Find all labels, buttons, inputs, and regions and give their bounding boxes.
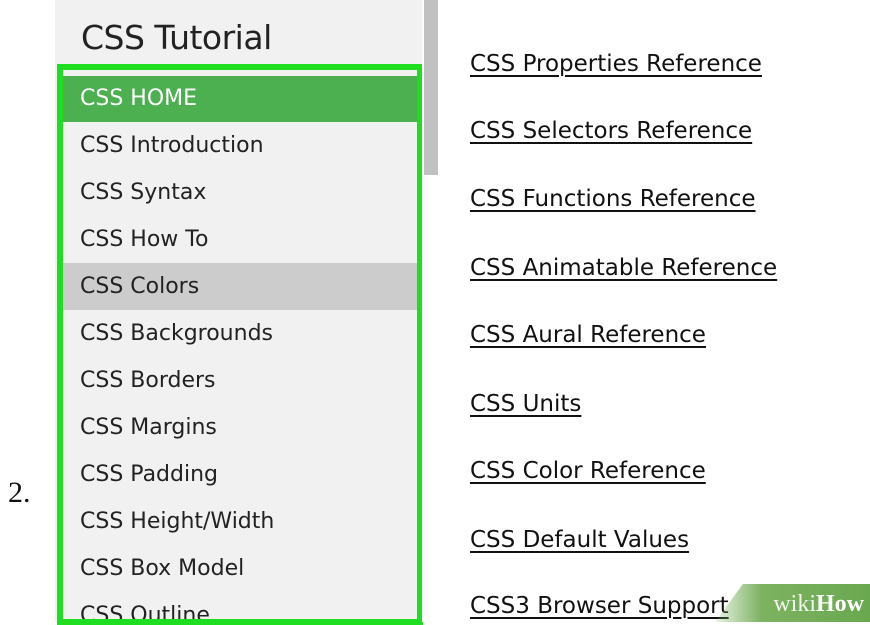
- sidebar-item-css-introduction[interactable]: CSS Introduction: [63, 122, 417, 169]
- link-css-functions-reference[interactable]: CSS Functions Reference: [470, 186, 756, 212]
- step-number: 2.: [8, 476, 31, 509]
- link-css3-browser-support[interactable]: CSS3 Browser Support: [470, 593, 729, 619]
- sidebar-item-css-margins[interactable]: CSS Margins: [63, 404, 417, 451]
- sidebar-item-css-padding[interactable]: CSS Padding: [63, 451, 417, 498]
- sidebar-item-css-box-model[interactable]: CSS Box Model: [63, 545, 417, 592]
- watermark-wiki: wiki: [773, 591, 816, 617]
- link-css-color-reference[interactable]: CSS Color Reference: [470, 458, 706, 484]
- sidebar-item-css-outline[interactable]: CSS Outline: [63, 592, 417, 619]
- sidebar-item-css-borders[interactable]: CSS Borders: [63, 357, 417, 404]
- link-css-properties-reference[interactable]: CSS Properties Reference: [470, 51, 762, 77]
- link-css-units[interactable]: CSS Units: [470, 391, 581, 417]
- link-css-default-values[interactable]: CSS Default Values: [470, 527, 689, 553]
- link-css-selectors-reference[interactable]: CSS Selectors Reference: [470, 118, 752, 144]
- sidebar-item-css-syntax[interactable]: CSS Syntax: [63, 169, 417, 216]
- sidebar-item-css-colors[interactable]: CSS Colors: [63, 263, 417, 310]
- sidebar-item-css-backgrounds[interactable]: CSS Backgrounds: [63, 310, 417, 357]
- scrollbar-thumb[interactable]: [424, 0, 438, 175]
- sidebar-nav-list: CSS HOME CSS Introduction CSS Syntax CSS…: [63, 76, 417, 619]
- wikihow-logo: wikiHow: [773, 591, 864, 618]
- watermark-how: How: [816, 591, 864, 617]
- sidebar-item-css-height-width[interactable]: CSS Height/Width: [63, 498, 417, 545]
- link-css-aural-reference[interactable]: CSS Aural Reference: [470, 322, 706, 348]
- link-css-animatable-reference[interactable]: CSS Animatable Reference: [470, 255, 777, 281]
- sidebar-item-css-how-to[interactable]: CSS How To: [63, 216, 417, 263]
- sidebar-title: CSS Tutorial: [81, 18, 272, 57]
- highlight-box: CSS HOME CSS Introduction CSS Syntax CSS…: [57, 64, 423, 625]
- sidebar-item-css-home[interactable]: CSS HOME: [63, 76, 417, 122]
